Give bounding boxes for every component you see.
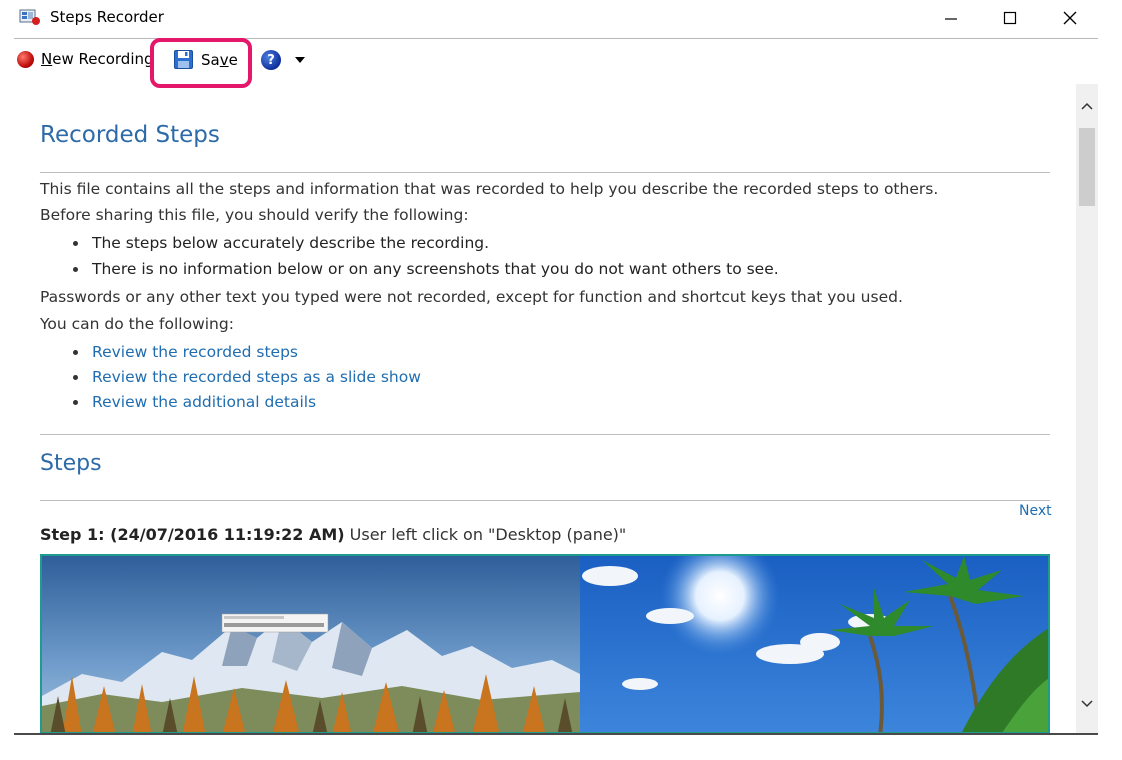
bullet-icon: [73, 240, 78, 246]
steps-heading: Steps: [40, 451, 102, 476]
window-title: Steps Recorder: [50, 8, 164, 26]
close-icon: [1063, 11, 1077, 25]
scroll-thumb[interactable]: [1079, 128, 1095, 206]
window-bottom-edge: [14, 733, 1098, 735]
minimize-button[interactable]: [928, 0, 974, 36]
intro-text-2: Before sharing this file, you should ver…: [40, 206, 469, 224]
additional-details-link[interactable]: Review the additional details: [92, 393, 316, 411]
list-item: The steps below accurately describe the …: [73, 234, 489, 252]
scroll-up-button[interactable]: [1076, 96, 1098, 116]
beach-wallpaper-image: [580, 556, 1048, 732]
bullet-icon: [73, 374, 78, 380]
passwords-note: Passwords or any other text you typed we…: [40, 288, 903, 306]
link-item: Review the additional details: [73, 393, 316, 411]
vertical-scrollbar[interactable]: [1076, 84, 1098, 734]
help-button[interactable]: ?: [261, 50, 305, 70]
close-button[interactable]: [1047, 0, 1093, 36]
link-item: Review the recorded steps: [73, 343, 298, 361]
maximize-button[interactable]: [987, 0, 1033, 36]
steps-recorder-app-icon: [19, 8, 41, 26]
chevron-down-icon[interactable]: [295, 57, 305, 63]
mountain-wallpaper-image: [42, 556, 580, 732]
divider: [40, 172, 1050, 173]
record-icon: [17, 50, 34, 68]
bullet-icon: [73, 266, 78, 272]
save-highlight-annotation: [150, 38, 252, 88]
title-bar: Steps Recorder: [0, 0, 1100, 36]
help-icon: ?: [261, 50, 281, 70]
review-steps-link[interactable]: Review the recorded steps: [92, 343, 298, 361]
link-item: Review the recorded steps as a slide sho…: [73, 368, 421, 386]
next-link[interactable]: Next: [1019, 503, 1052, 519]
slide-show-link[interactable]: Review the recorded steps as a slide sho…: [92, 368, 421, 386]
scroll-down-button[interactable]: [1076, 694, 1098, 714]
step-1-screenshot[interactable]: [40, 554, 1050, 734]
chevron-down-icon: [1081, 700, 1093, 708]
maximize-icon: [1003, 11, 1017, 25]
bullet-icon: [73, 349, 78, 355]
new-recording-label: New Recording: [41, 50, 154, 68]
chevron-up-icon: [1081, 102, 1093, 110]
recorded-steps-document: Recorded Steps This file contains all th…: [0, 84, 1073, 734]
minimize-icon: [945, 18, 957, 20]
list-item: There is no information below or on any …: [73, 260, 779, 278]
divider: [40, 500, 1050, 501]
can-do-text: You can do the following:: [40, 315, 234, 333]
new-recording-button[interactable]: New Recording: [17, 50, 154, 68]
bullet-icon: [73, 399, 78, 405]
divider: [40, 434, 1050, 435]
intro-text-1: This file contains all the steps and inf…: [40, 180, 939, 198]
page-title: Recorded Steps: [40, 122, 220, 148]
step-1-description: Step 1: (24/07/2016 11:19:22 AM) User le…: [40, 525, 627, 544]
